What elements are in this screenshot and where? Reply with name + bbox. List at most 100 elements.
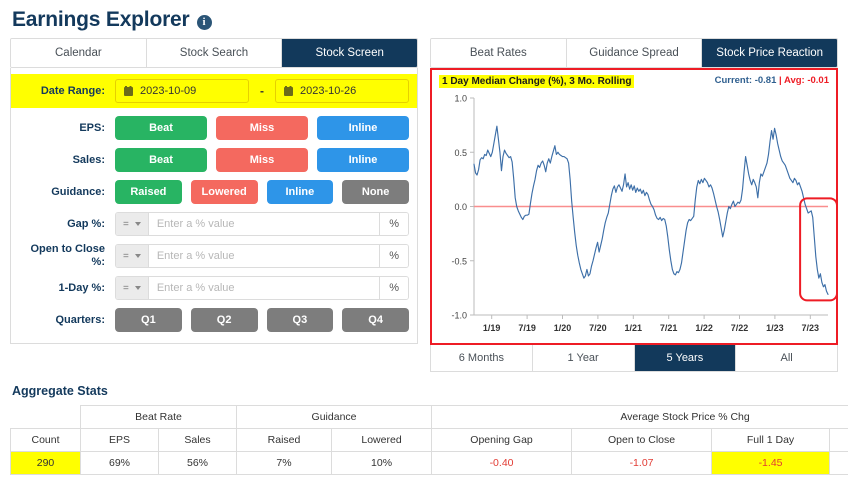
gap-pct-operator-select[interactable]: =: [116, 213, 149, 235]
eps-miss-button[interactable]: Miss: [216, 116, 308, 140]
date-range-end-input[interactable]: 2023-10-26: [275, 79, 409, 103]
filter-row-date-range: Date Range: 2023-10-09 - 2023-10-26: [11, 74, 417, 108]
svg-text:0.5: 0.5: [454, 148, 467, 158]
col-header-sales: Sales: [157, 428, 238, 452]
col-header-count: Count: [10, 428, 81, 452]
svg-text:7/21: 7/21: [660, 323, 678, 333]
screener-panel: Calendar Stock Search Stock Screen Date …: [10, 38, 418, 372]
aggregate-stats-title: Aggregate Stats: [12, 384, 108, 398]
sales-beat-button[interactable]: Beat: [115, 148, 207, 172]
range-tab-1-year[interactable]: 1 Year: [533, 345, 635, 371]
chevron-down-icon: [134, 286, 141, 290]
filter-row-open-to-close-pct: Open to Close %: = %: [11, 243, 417, 269]
quarter-q3-button[interactable]: Q3: [266, 308, 334, 332]
open-to-close-pct-suffix: %: [379, 245, 408, 267]
svg-text:-0.5: -0.5: [451, 256, 467, 266]
gap-pct-input[interactable]: [148, 213, 380, 235]
cell-count: 290: [10, 451, 81, 475]
chart-average-value: | Avg: -0.01: [779, 75, 829, 86]
guidance-none-button[interactable]: None: [342, 180, 409, 204]
open-to-close-pct-label: Open to Close %:: [30, 243, 105, 268]
cell-open-to-close: -1.07: [571, 451, 713, 475]
one-day-pct-operator-value: =: [123, 282, 129, 294]
one-day-pct-label: 1-Day %:: [58, 281, 105, 294]
date-range-label: Date Range:: [40, 84, 105, 97]
guidance-lowered-button[interactable]: Lowered: [190, 180, 258, 204]
quarter-q1-button[interactable]: Q1: [115, 308, 182, 332]
sales-label: Sales:: [72, 153, 105, 166]
svg-text:1/23: 1/23: [766, 323, 784, 333]
eps-beat-button[interactable]: Beat: [115, 116, 207, 140]
sales-miss-button[interactable]: Miss: [216, 148, 308, 172]
eps-label: EPS:: [79, 121, 105, 134]
eps-inline-button[interactable]: Inline: [317, 116, 409, 140]
chart-svg: 1.0 0.5 0.0 -0.5 -1.0 1/19 7/19 1/20 7/20 1/21 7/2…: [451, 94, 838, 333]
range-tab-5-years[interactable]: 5 Years: [634, 345, 737, 371]
guidance-label: Guidance:: [51, 185, 105, 198]
table-column-header-row: Count EPS Sales Raised Lowered Opening G…: [10, 428, 848, 452]
stock-price-reaction-chart: 1 Day Median Change (%), 3 Mo. Rolling C…: [430, 68, 838, 345]
svg-text:7/19: 7/19: [518, 323, 536, 333]
tab-calendar[interactable]: Calendar: [11, 39, 147, 67]
screener-tabs: Calendar Stock Search Stock Screen: [10, 38, 418, 68]
tab-stock-screen[interactable]: Stock Screen: [282, 39, 417, 67]
tab-beat-rates[interactable]: Beat Rates: [431, 39, 567, 67]
quarter-q4-button[interactable]: Q4: [342, 308, 409, 332]
svg-text:-1.0: -1.0: [451, 311, 467, 321]
open-to-close-pct-operator-select[interactable]: =: [116, 245, 149, 267]
one-day-pct-suffix: %: [379, 277, 408, 299]
range-tab-6-months[interactable]: 6 Months: [431, 345, 533, 371]
cell-full-1-day: -1.45: [711, 451, 831, 475]
quarter-q2-button[interactable]: Q2: [190, 308, 258, 332]
col-header-lowered: Lowered: [331, 428, 433, 452]
gap-pct-label: Gap %:: [67, 217, 105, 230]
one-day-pct-operator-select[interactable]: =: [116, 277, 149, 299]
calendar-icon: [124, 86, 133, 96]
date-range-start-input[interactable]: 2023-10-09: [115, 79, 249, 103]
group-header-beat-rate: Beat Rate: [79, 405, 238, 429]
cell-sales: 56%: [157, 451, 238, 475]
group-header-avg-stock-price-chg: Average Stock Price % Chg: [431, 405, 848, 429]
quarters-label: Quarters:: [55, 313, 105, 326]
chart-current-value: Current: -0.81: [714, 75, 777, 86]
chart-range-tabs: 6 Months 1 Year 5 Years All: [430, 345, 838, 372]
date-range-separator: -: [260, 84, 264, 98]
svg-text:7/20: 7/20: [589, 323, 607, 333]
one-day-pct-input[interactable]: [148, 277, 380, 299]
tab-stock-price-reaction[interactable]: Stock Price Reaction: [702, 39, 837, 67]
filter-row-quarters: Quarters: Q1 Q2 Q3 Q4: [11, 307, 417, 333]
cell-eps: 69%: [80, 451, 159, 475]
aggregate-stats-table: Beat Rate Guidance Average Stock Price %…: [10, 405, 848, 475]
col-header-volatility: Volatility: [829, 428, 848, 452]
filter-row-eps: EPS: Beat Miss Inline: [11, 115, 417, 141]
page-title: Earnings Explorer: [12, 8, 190, 31]
date-range-start-value: 2023-10-09: [140, 85, 197, 97]
calendar-icon: [284, 86, 293, 96]
filter-form: Date Range: 2023-10-09 - 2023-10-26 EPS:…: [10, 68, 418, 344]
col-header-full-1-day: Full 1 Day: [711, 428, 831, 452]
col-header-raised: Raised: [236, 428, 333, 452]
chart-plot-area: 1.0 0.5 0.0 -0.5 -1.0 1/19 7/19 1/20 7/20 1/21 7/2…: [432, 92, 838, 343]
svg-text:7/22: 7/22: [731, 323, 749, 333]
tab-stock-search[interactable]: Stock Search: [146, 39, 283, 67]
cell-opening-gap: -0.40: [431, 451, 573, 475]
svg-text:1/19: 1/19: [483, 323, 501, 333]
table-row: 290 69% 56% 7% 10% -0.40 -1.07 -1.45 5.0…: [10, 451, 848, 475]
aggregate-stats-wrap: Beat Rate Guidance Average Stock Price %…: [0, 405, 848, 475]
info-icon[interactable]: i: [196, 14, 212, 30]
tab-guidance-spread[interactable]: Guidance Spread: [566, 39, 703, 67]
chart-header: 1 Day Median Change (%), 3 Mo. Rolling C…: [432, 70, 836, 88]
open-to-close-pct-input[interactable]: [148, 245, 380, 267]
range-tab-all[interactable]: All: [736, 345, 837, 371]
sales-inline-button[interactable]: Inline: [317, 148, 409, 172]
col-header-eps: EPS: [80, 428, 159, 452]
guidance-inline-button[interactable]: Inline: [266, 180, 334, 204]
table-group-header-row: Beat Rate Guidance Average Stock Price %…: [10, 405, 848, 429]
svg-text:1/20: 1/20: [554, 323, 572, 333]
svg-text:1/21: 1/21: [625, 323, 643, 333]
cell-lowered: 10%: [331, 451, 433, 475]
chart-stats: Current: -0.81 | Avg: -0.01: [715, 75, 829, 86]
guidance-raised-button[interactable]: Raised: [115, 180, 182, 204]
date-range-end-value: 2023-10-26: [300, 85, 357, 97]
svg-text:1.0: 1.0: [454, 94, 467, 104]
